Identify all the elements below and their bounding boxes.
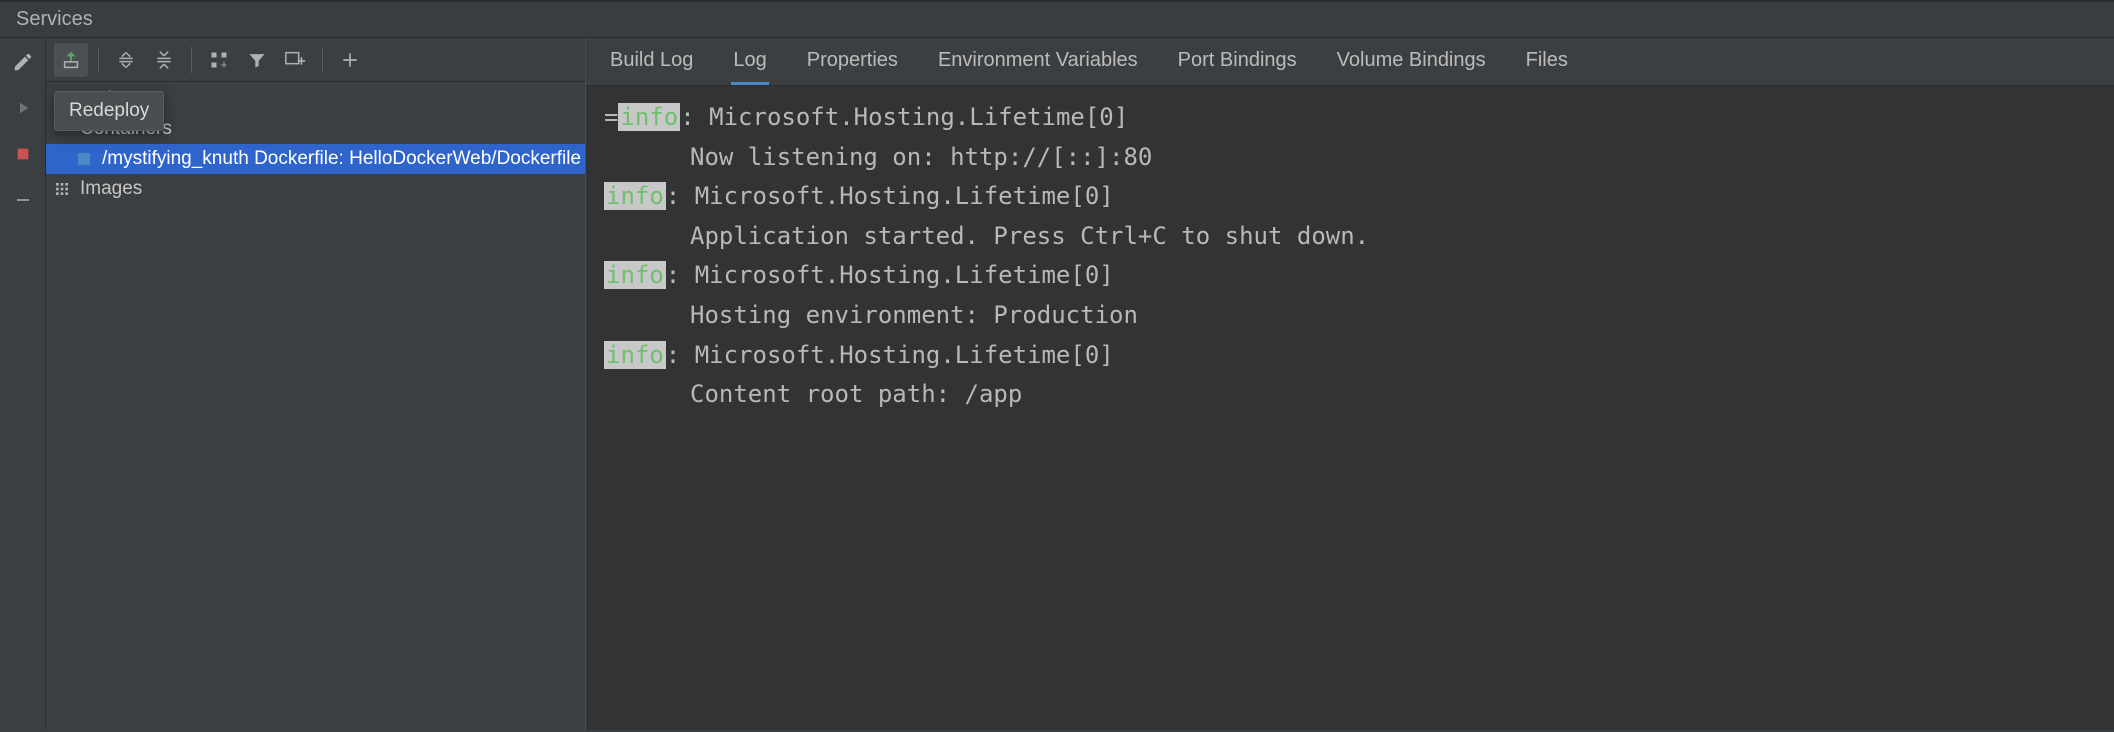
collapse-all-button[interactable]: [147, 43, 181, 77]
log-text: Hosting environment: Production: [690, 301, 1138, 329]
container-running-icon: [74, 149, 94, 169]
log-text: Microsoft.Hosting.Lifetime[0]: [709, 103, 1128, 131]
play-icon[interactable]: [9, 94, 37, 122]
tab-port[interactable]: Port Bindings: [1176, 39, 1299, 85]
log-text: Content root path: /app: [690, 380, 1022, 408]
redeploy-button[interactable]: Redeploy: [54, 43, 88, 77]
filter-button[interactable]: [240, 43, 274, 77]
separator: [98, 47, 99, 73]
log-text: Microsoft.Hosting.Lifetime[0]: [695, 182, 1114, 210]
log-text: :: [680, 103, 709, 131]
log-level-info: info: [604, 182, 666, 210]
log-text: :: [666, 261, 695, 289]
log-level-info: info: [618, 103, 680, 131]
stop-icon[interactable]: [9, 140, 37, 168]
tab-volume[interactable]: Volume Bindings: [1335, 39, 1488, 85]
tab-log[interactable]: Log: [731, 39, 768, 85]
separator: [322, 47, 323, 73]
tree: projects Containers /mystifying_knuth Do…: [46, 82, 585, 730]
log-text: Microsoft.Hosting.Lifetime[0]: [695, 341, 1114, 369]
tree-item-container[interactable]: /mystifying_knuth Dockerfile: HelloDocke…: [46, 144, 585, 174]
tab-properties[interactable]: Properties: [805, 39, 900, 85]
tab-files[interactable]: Files: [1524, 39, 1570, 85]
log-text: Now listening on: http://[::]:80: [690, 143, 1152, 171]
log-text: :: [666, 341, 695, 369]
panel-title: Services: [0, 0, 2114, 38]
log-level-info: info: [604, 261, 666, 289]
separator: [191, 47, 192, 73]
expand-all-button[interactable]: [109, 43, 143, 77]
tab-bar: Build Log Log Properties Environment Var…: [586, 38, 2114, 86]
log-output[interactable]: =info: Microsoft.Hosting.Lifetime[0]Now …: [586, 86, 2114, 730]
tree-label: /mystifying_knuth Dockerfile: HelloDocke…: [102, 148, 581, 170]
group-button[interactable]: [202, 43, 236, 77]
main-panel: Build Log Log Properties Environment Var…: [586, 38, 2114, 730]
redeploy-tooltip: Redeploy: [54, 91, 164, 131]
add-window-button[interactable]: [278, 43, 312, 77]
tab-env[interactable]: Environment Variables: [936, 39, 1140, 85]
log-text: =: [604, 103, 618, 131]
tree-item-images[interactable]: Images: [46, 174, 585, 204]
log-text: Microsoft.Hosting.Lifetime[0]: [695, 261, 1114, 289]
log-text: :: [666, 182, 695, 210]
left-action-strip: [0, 38, 46, 730]
sidebar-toolbar: Redeploy: [46, 38, 585, 82]
edit-icon[interactable]: [9, 48, 37, 76]
tab-build-log[interactable]: Build Log: [608, 39, 695, 85]
grid-icon: [52, 179, 72, 199]
log-text: Application started. Press Ctrl+C to shu…: [690, 222, 1369, 250]
minus-icon[interactable]: [9, 186, 37, 214]
sidebar: Redeploy: [46, 38, 586, 730]
add-button[interactable]: [333, 43, 367, 77]
tree-label: Images: [80, 178, 142, 200]
log-level-info: info: [604, 341, 666, 369]
